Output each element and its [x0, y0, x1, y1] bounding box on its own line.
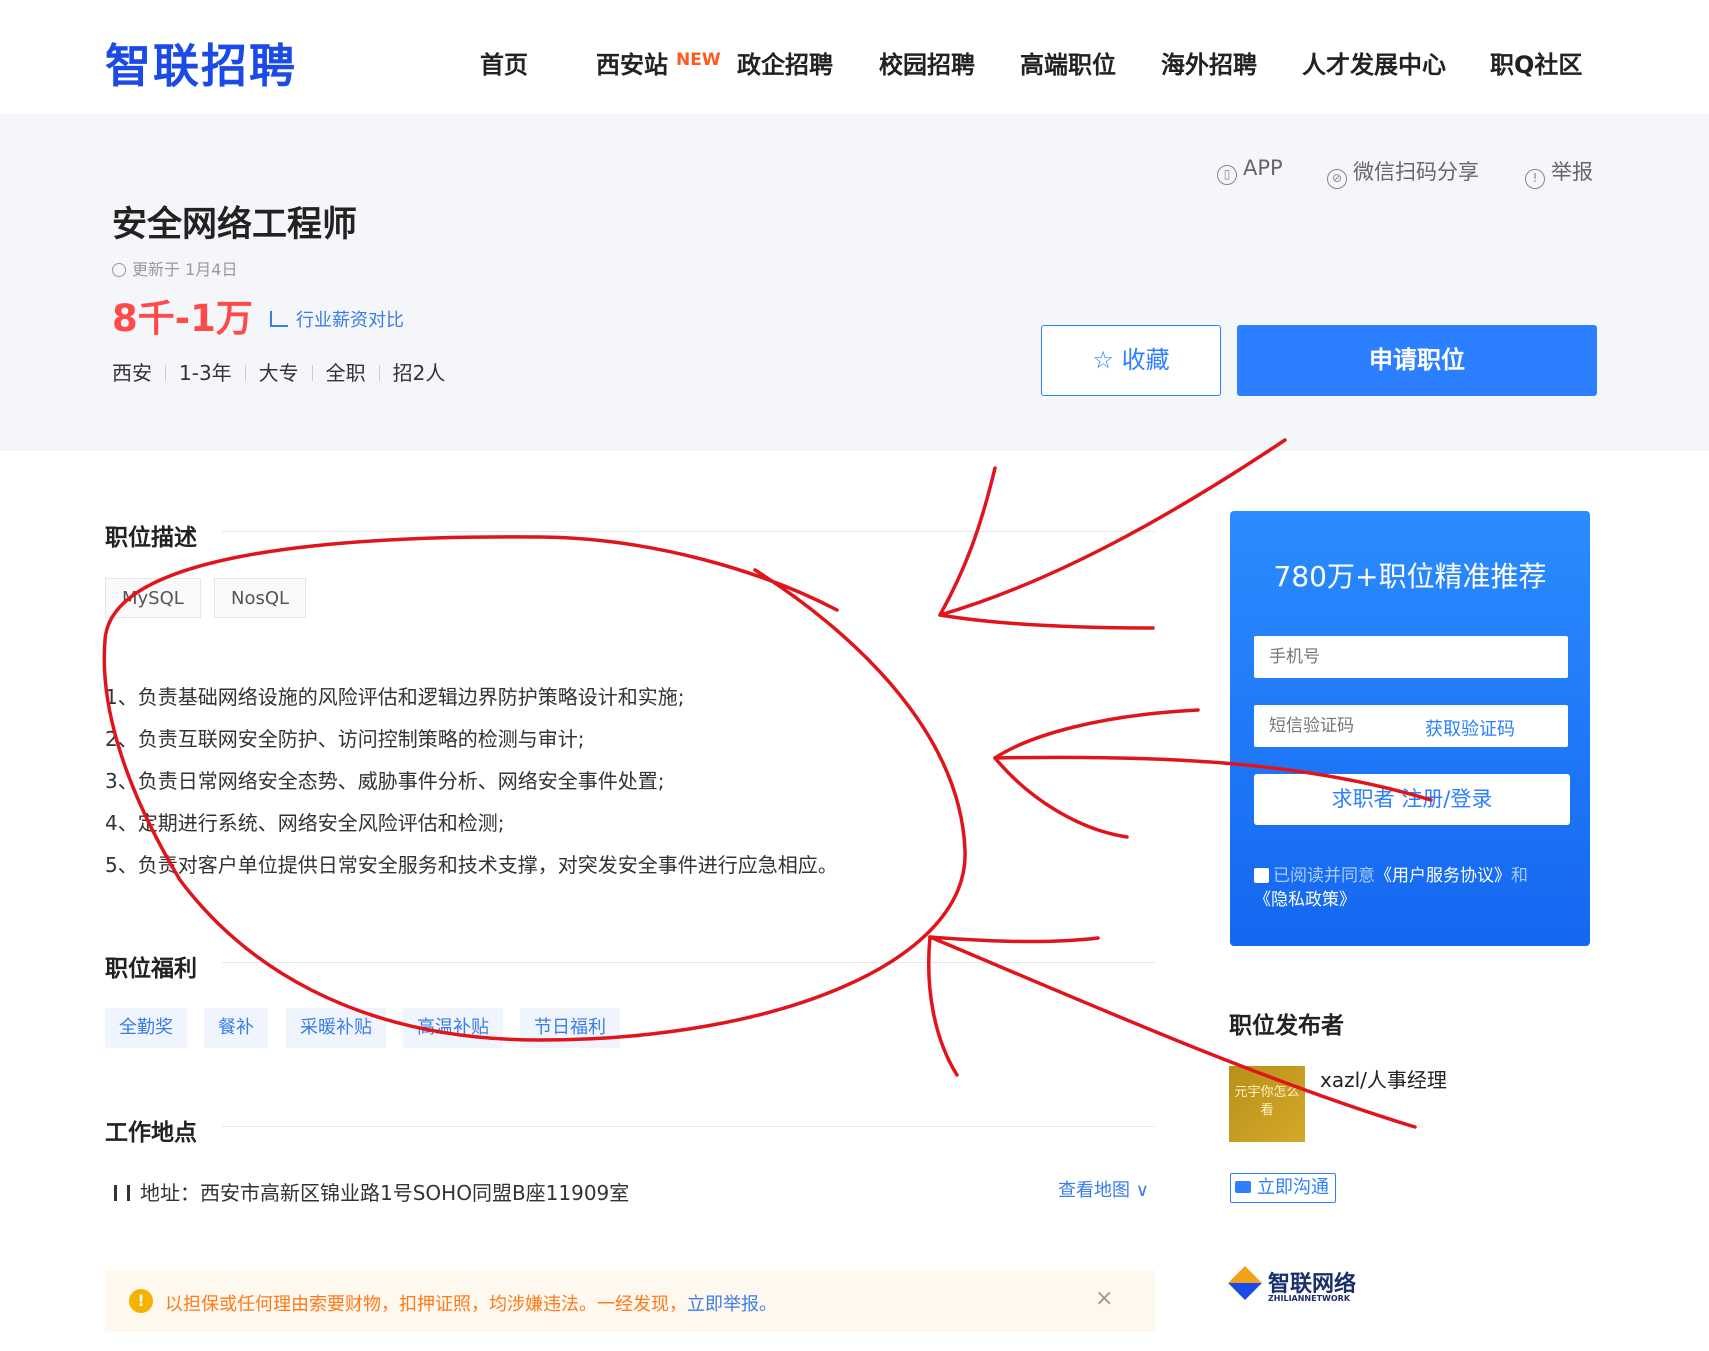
report-link[interactable]: ! 举报 — [1525, 156, 1593, 189]
description-line: 5、负责对客户单位提供日常安全服务和技术支撑，对突发安全事件进行应急相应。 — [105, 853, 838, 877]
welfare-tag: 高温补贴 — [403, 1008, 503, 1048]
agreement-text: 已阅读并同意《用户服务协议》和 《隐私政策》 — [1254, 866, 1528, 910]
video-chat-icon — [1235, 1181, 1251, 1193]
app-link[interactable]: ▯ APP — [1217, 156, 1283, 185]
annotation-arrowhead — [938, 466, 1155, 630]
phone-input[interactable] — [1254, 636, 1568, 678]
collect-button[interactable]: ☆ 收藏 — [1041, 325, 1221, 396]
chevron-down-icon: ∨ — [1135, 1180, 1149, 1201]
nav-campus[interactable]: 校园招聘 — [879, 45, 975, 80]
address: 地址：西安市高新区锦业路1号SOHO同盟B座11909室 — [114, 1177, 629, 1206]
meta-city: 西安 — [112, 361, 152, 385]
agree-checkbox[interactable] — [1254, 868, 1269, 883]
job-description: 1、负责基础网络设施的风险评估和逻辑边界防护策略设计和实施; 2、负责互联网安全… — [105, 676, 838, 886]
building-icon — [114, 1185, 130, 1201]
avatar: 元宇你怎么看 — [1229, 1066, 1305, 1142]
job-title: 安全网络工程师 — [112, 205, 358, 245]
description-line: 4、定期进行系统、网络安全风险评估和检测; — [105, 811, 505, 835]
view-map-link[interactable]: 查看地图 ∨ — [1058, 1176, 1149, 1202]
salary: 8千-1万 — [112, 297, 253, 340]
warning-icon: ! — [129, 1289, 153, 1313]
meta-headcount: 招2人 — [392, 361, 446, 385]
sms-code-input[interactable] — [1254, 705, 1568, 747]
privacy-policy-link[interactable]: 《隐私政策》 — [1254, 890, 1356, 910]
nav-xian[interactable]: 西安站 — [596, 45, 668, 80]
job-meta: 西安 1-3年 大专 全职 招2人 — [112, 357, 445, 386]
description-line: 2、负责互联网安全防护、访问控制策略的检测与审计; — [105, 727, 585, 751]
new-badge: NEW — [676, 50, 721, 70]
apply-button[interactable]: 申请职位 — [1237, 325, 1597, 396]
location-title: 工作地点 — [105, 1120, 197, 1146]
login-card-title: 780万+职位精准推荐 — [1273, 560, 1547, 593]
wechat-share-link[interactable]: ⊘ 微信扫码分享 — [1327, 156, 1479, 189]
link-icon: ⊘ — [1327, 169, 1347, 189]
phone-icon: ▯ — [1217, 165, 1237, 185]
divider — [222, 1126, 1155, 1127]
meta-type: 全职 — [325, 361, 366, 385]
nav-highend[interactable]: 高端职位 — [1020, 45, 1116, 80]
zhaopin-logo[interactable]: 智联招聘 — [105, 30, 297, 96]
nav-talent[interactable]: 人才发展中心 — [1302, 45, 1446, 80]
updated-time: 更新于 1月4日 — [112, 256, 237, 280]
salary-compare-link[interactable]: 行业薪资对比 — [270, 306, 404, 332]
meta-education: 大专 — [258, 361, 299, 385]
login-card: 780万+职位精准推荐 求职者 注册/登录 已阅读并同意《用户服务协议》和《隐私… — [1230, 511, 1590, 946]
description-title: 职位描述 — [105, 525, 197, 551]
fraud-warning: ! 以担保或任何理由索要财物，扣押证照，均涉嫌违法。一经发现，立即举报。 × — [105, 1270, 1155, 1332]
close-icon[interactable]: × — [1095, 1286, 1113, 1311]
annotation-arrowhead — [926, 935, 1100, 1077]
logo-mark-icon — [1228, 1266, 1262, 1300]
nav-zhiq[interactable]: 职Q社区 — [1490, 45, 1582, 80]
publisher-name: xazl/人事经理 — [1320, 1068, 1447, 1092]
clock-icon — [112, 263, 126, 277]
user-agreement-link[interactable]: 《用户服务协议》 — [1375, 866, 1511, 886]
skill-tag-nosql: NosQL — [214, 578, 307, 618]
meta-experience: 1-3年 — [179, 361, 232, 385]
annotation-arrowhead — [993, 708, 1200, 839]
get-code-button[interactable]: 获取验证码 — [1425, 715, 1515, 741]
description-line: 1、负责基础网络设施的风险评估和逻辑边界防护策略设计和实施; — [105, 685, 685, 709]
divider — [222, 531, 1155, 532]
chat-now-button[interactable]: 立即沟通 — [1230, 1173, 1336, 1203]
nav-home[interactable]: 首页 — [480, 45, 528, 80]
alert-icon: ! — [1525, 169, 1545, 189]
chart-icon — [270, 311, 288, 327]
welfare-tag: 餐补 — [204, 1008, 268, 1048]
skill-tag-mysql: MySQL — [105, 578, 201, 618]
top-nav: 智联招聘 首页 西安站 NEW 政企招聘 校园招聘 高端职位 海外招聘 人才发展… — [0, 0, 1709, 114]
description-line: 3、负责日常网络安全态势、威胁事件分析、网络安全事件处置; — [105, 769, 665, 793]
welfare-tag: 节日福利 — [520, 1008, 620, 1048]
welfare-tag: 采暖补贴 — [286, 1008, 386, 1048]
star-icon: ☆ — [1092, 346, 1122, 374]
nav-overseas[interactable]: 海外招聘 — [1161, 45, 1257, 80]
welfare-title: 职位福利 — [105, 956, 197, 982]
divider — [222, 962, 1155, 963]
welfare-tag: 全勤奖 — [105, 1008, 187, 1048]
nav-gov[interactable]: 政企招聘 — [737, 45, 833, 80]
publisher-title: 职位发布者 — [1229, 1013, 1344, 1039]
register-login-button[interactable]: 求职者 注册/登录 — [1254, 774, 1570, 825]
report-now-link[interactable]: 立即举报。 — [687, 1294, 777, 1315]
